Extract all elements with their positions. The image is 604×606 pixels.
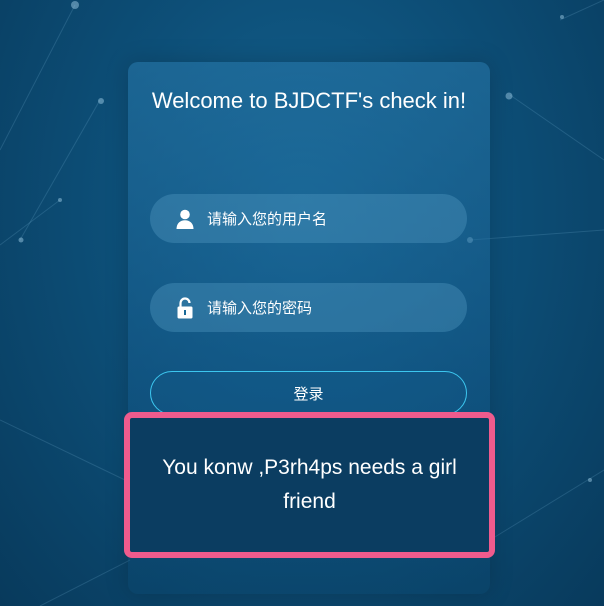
username-placeholder: 请输入您的用户名 — [207, 210, 328, 228]
login-button[interactable]: 登录 — [150, 371, 467, 415]
password-placeholder: 请输入您的密码 — [207, 299, 313, 317]
result-message-text: You konw ,P3rh4ps needs a girl friend — [162, 456, 457, 513]
password-input[interactable]: 请输入您的密码 — [150, 283, 467, 332]
login-title: Welcome to BJDCTF's check in! — [151, 88, 467, 113]
user-icon — [175, 208, 195, 230]
result-message-highlight: You konw ,P3rh4ps needs a girl friend — [124, 412, 495, 558]
username-input[interactable]: 请输入您的用户名 — [150, 194, 467, 243]
lock-icon — [175, 296, 195, 319]
